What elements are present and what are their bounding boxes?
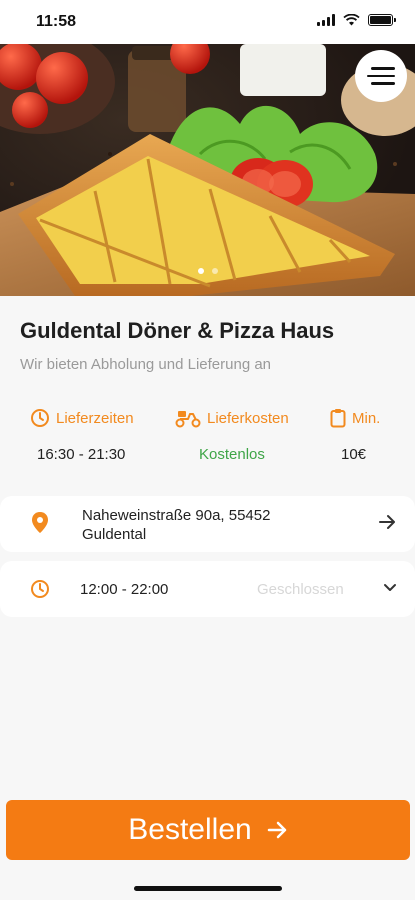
cellular-signal-icon [317, 14, 335, 26]
opening-hours-card[interactable]: 12:00 - 22:00 Geschlossen [0, 561, 415, 617]
food-photo [0, 44, 415, 296]
scooter-icon [175, 411, 201, 428]
clock-icon [31, 409, 49, 427]
delivery-times-column: Lieferzeiten [30, 408, 134, 428]
clock-icon [31, 580, 49, 598]
delivery-times-header: Lieferzeiten [30, 408, 134, 428]
hamburger-line [367, 74, 395, 78]
hero-image-carousel[interactable] [0, 44, 415, 296]
delivery-cost-column: Lieferkosten [175, 408, 289, 428]
home-indicator[interactable] [134, 886, 282, 891]
wifi-icon [343, 14, 360, 26]
delivery-info-row: Lieferzeiten 16:30 - 21:30 Lieferkosten … [0, 408, 415, 478]
carousel-dot-active[interactable] [197, 268, 204, 274]
opening-hours-time: 12:00 - 22:00 [80, 581, 169, 598]
minimum-order-value: 10€ [341, 446, 367, 463]
order-button[interactable]: Bestellen [6, 800, 410, 860]
opening-status-badge: Geschlossen [257, 581, 344, 598]
address-card[interactable]: Naheweinstraße 90a, 55452 Guldental [0, 496, 415, 552]
status-bar: 11:58 [0, 0, 415, 44]
delivery-times-value: 16:30 - 21:30 [37, 446, 126, 463]
battery-icon [368, 14, 396, 26]
minimum-order-header: Min. [330, 408, 380, 428]
carousel-dot[interactable] [211, 268, 218, 274]
carousel-pagination[interactable] [197, 268, 218, 274]
minimum-order-column: Min. [330, 408, 380, 428]
clipboard-icon [330, 409, 346, 428]
order-button-label: Bestellen [128, 813, 252, 846]
menu-button[interactable] [355, 50, 407, 102]
restaurant-description: Wir bieten Abholung und Lieferung an [20, 356, 272, 373]
restaurant-name: Guldental Döner & Pizza Haus [20, 318, 335, 343]
arrow-right-icon [267, 821, 286, 839]
hamburger-line [371, 82, 395, 85]
chevron-down-icon[interactable] [383, 583, 397, 593]
delivery-times-label: Lieferzeiten [56, 409, 134, 427]
status-icons [317, 14, 396, 26]
delivery-cost-value: Kostenlos [199, 446, 265, 463]
status-time: 11:58 [36, 13, 77, 30]
location-pin-icon [32, 512, 48, 533]
delivery-cost-label: Lieferkosten [207, 409, 289, 427]
minimum-order-label: Min. [352, 409, 381, 427]
hamburger-line [371, 67, 395, 70]
delivery-cost-header: Lieferkosten [175, 408, 289, 428]
address-text: Naheweinstraße 90a, 55452 Guldental [82, 507, 271, 543]
arrow-right-icon[interactable] [377, 512, 397, 532]
